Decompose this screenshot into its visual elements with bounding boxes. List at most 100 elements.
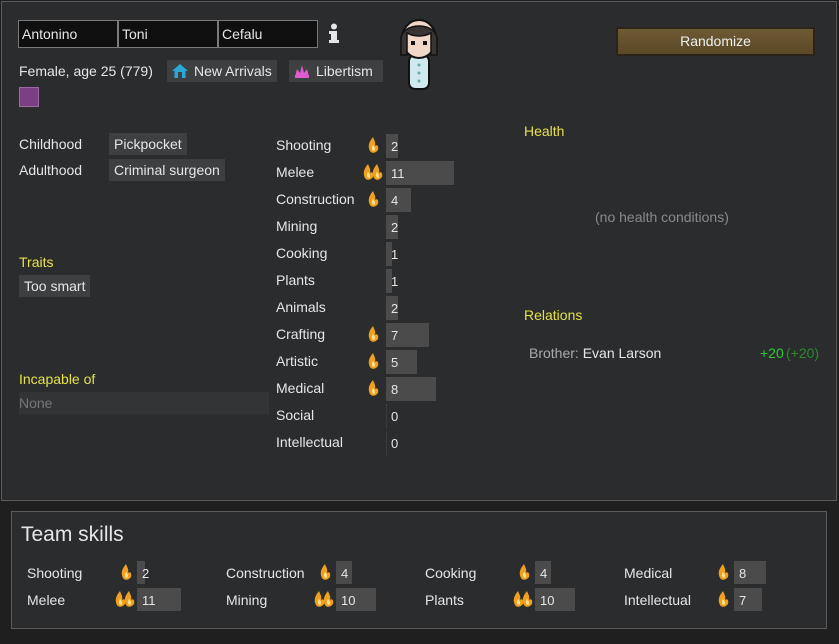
randomize-button[interactable]: Randomize [616, 27, 815, 56]
skill-level: 1 [391, 274, 399, 289]
skill-row-animals[interactable]: Animals 2 [276, 296, 456, 320]
skill-row-social[interactable]: Social 0 [276, 404, 456, 428]
team-skill-medical: Medical 8 [624, 561, 814, 585]
skill-name: Construction [276, 191, 355, 207]
skill-row-crafting[interactable]: Crafting 7 [276, 323, 456, 347]
skill-row-cooking[interactable]: Cooking 1 [276, 242, 456, 266]
major-passion-icon [314, 591, 334, 607]
skill-level: 2 [391, 139, 399, 154]
team-skill-level: 4 [540, 566, 548, 581]
skill-row-intellectual[interactable]: Intellectual 0 [276, 431, 456, 455]
last-name-field[interactable] [218, 20, 318, 48]
minor-passion-icon [718, 564, 729, 580]
relation-opinion: +20 [760, 345, 784, 361]
favorite-color-swatch[interactable] [19, 87, 39, 107]
minor-passion-icon [368, 326, 379, 342]
team-skill-intellectual: Intellectual 7 [624, 588, 814, 612]
team-skill-cooking: Cooking 4 [425, 561, 615, 585]
minor-passion-icon [368, 191, 379, 207]
team-skills-panel: Team skills Shooting 2 Construction 4 Cookin… [11, 511, 827, 629]
incapable-value: None [19, 392, 269, 414]
minor-passion-icon [718, 591, 729, 607]
childhood-label: Childhood [19, 136, 83, 152]
trait-chip[interactable]: Too smart [19, 275, 91, 297]
skill-row-melee[interactable]: Melee 11 [276, 161, 456, 185]
team-skill-plants: Plants 10 [425, 588, 615, 612]
traits-title: Traits [19, 254, 54, 270]
skill-bar-track [386, 431, 387, 455]
team-skill-level: 4 [341, 566, 349, 581]
skill-name: Social [276, 407, 315, 423]
health-empty-text: (no health conditions) [595, 209, 729, 225]
skill-name: Intellectual [276, 434, 343, 450]
first-name-field[interactable] [18, 20, 118, 48]
team-skill-shooting: Shooting 2 [27, 561, 217, 585]
team-skill-name: Construction [226, 565, 305, 581]
ideology-chip-libertism[interactable]: Libertism [289, 60, 383, 82]
skill-level: 4 [391, 193, 399, 208]
character-panel: Randomize Female, age 25 (779) New Arriv… [1, 1, 837, 501]
major-passion-icon [363, 164, 383, 180]
team-skill-name: Cooking [425, 565, 477, 581]
minor-passion-icon [121, 564, 132, 580]
skill-row-construction[interactable]: Construction 4 [276, 188, 456, 212]
skill-row-plants[interactable]: Plants 1 [276, 269, 456, 293]
skill-name: Crafting [276, 326, 326, 342]
team-skill-construction: Construction 4 [226, 561, 416, 585]
ideology-icon [295, 65, 309, 78]
skill-row-artistic[interactable]: Artistic 5 [276, 350, 456, 374]
skill-level: 2 [391, 301, 399, 316]
team-skill-melee: Melee 11 [27, 588, 217, 612]
adulthood-backstory[interactable]: Criminal surgeon [109, 159, 225, 181]
minor-passion-icon [368, 137, 379, 153]
relations-title: Relations [524, 307, 583, 323]
relation-type: Brother: [529, 345, 579, 361]
skill-level: 7 [391, 328, 399, 343]
skill-level: 11 [391, 166, 405, 181]
childhood-backstory[interactable]: Pickpocket [109, 133, 187, 155]
faction-chip-new-arrivals[interactable]: New Arrivals [167, 60, 277, 82]
skill-level: 5 [391, 355, 399, 370]
pawn-portrait [400, 19, 438, 90]
skill-name: Animals [276, 299, 326, 315]
ideology-label: Libertism [316, 63, 373, 79]
skill-row-shooting[interactable]: Shooting 2 [276, 134, 456, 158]
health-title: Health [524, 123, 565, 139]
skill-level: 8 [391, 382, 399, 397]
faction-label: New Arrivals [194, 63, 272, 79]
skill-level: 2 [391, 220, 399, 235]
team-skill-name: Medical [624, 565, 673, 581]
team-skill-name: Shooting [27, 565, 83, 581]
skill-row-mining[interactable]: Mining 2 [276, 215, 456, 239]
nickname-field[interactable] [118, 20, 218, 48]
skill-name: Artistic [276, 353, 318, 369]
skill-bar [386, 188, 411, 212]
skill-level: 1 [391, 247, 399, 262]
team-skill-name: Mining [226, 592, 268, 608]
team-skill-level: 10 [540, 593, 555, 608]
skill-level: 0 [391, 409, 399, 424]
relation-opinion-base: (+20) [786, 345, 820, 361]
skill-name: Plants [276, 272, 315, 288]
skill-level: 0 [391, 436, 399, 451]
team-skill-level: 10 [341, 593, 356, 608]
team-skill-name: Melee [27, 592, 66, 608]
team-skill-name: Plants [425, 592, 464, 608]
skill-name: Shooting [276, 137, 332, 153]
skill-row-medical[interactable]: Medical 8 [276, 377, 456, 401]
info-icon[interactable] [327, 23, 341, 45]
major-passion-icon [115, 591, 135, 607]
team-skill-name: Intellectual [624, 592, 691, 608]
minor-passion-icon [320, 564, 331, 580]
relation-row[interactable]: Brother: Evan Larson +20 (+20) [529, 345, 829, 361]
team-skill-level: 7 [739, 593, 747, 608]
skill-name: Mining [276, 218, 318, 234]
skill-name: Cooking [276, 245, 328, 261]
team-skill-level: 8 [739, 566, 747, 581]
adulthood-label: Adulthood [19, 162, 83, 178]
skill-name: Melee [276, 164, 315, 180]
major-passion-icon [513, 591, 533, 607]
team-skill-level: 11 [142, 593, 156, 608]
team-skill-level: 2 [142, 566, 150, 581]
skill-name: Medical [276, 380, 325, 396]
